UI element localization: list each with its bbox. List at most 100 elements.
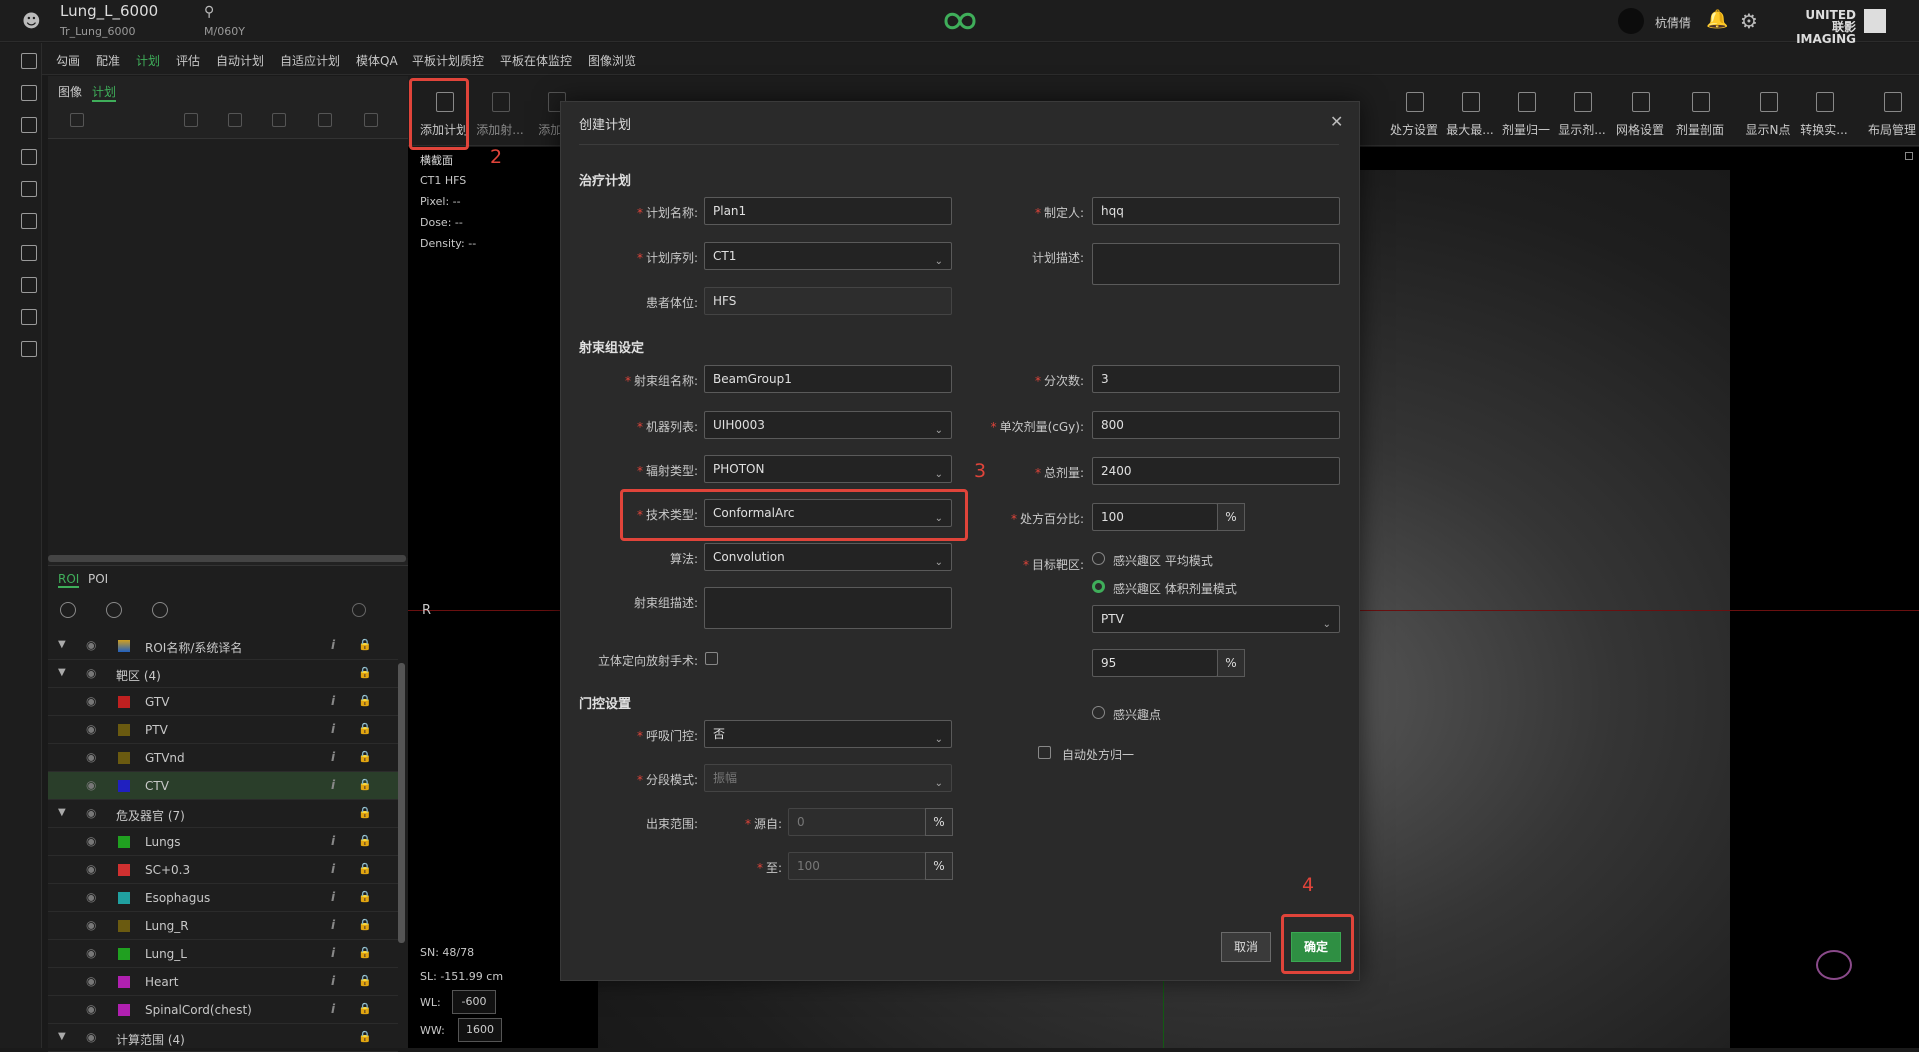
roi-row[interactable]: ◉ Lung_L i 🔒 xyxy=(48,940,398,968)
tab-plan[interactable]: 计划 xyxy=(92,83,117,102)
target-volume-input[interactable]: 95 xyxy=(1092,649,1218,677)
target-mean-radio[interactable] xyxy=(1092,552,1105,565)
lock-icon[interactable]: 🔒 xyxy=(358,806,372,819)
lock-icon[interactable]: 🔒 xyxy=(358,722,372,735)
cancel-button[interactable]: 取消 xyxy=(1221,932,1271,962)
eye-icon[interactable]: ◉ xyxy=(86,722,96,736)
beam-group-name-input[interactable]: BeamGroup1 xyxy=(704,365,952,393)
menu-registration[interactable]: 配准 xyxy=(96,52,120,69)
orientation-cube-icon[interactable] xyxy=(1816,950,1852,980)
gear-icon[interactable]: ⚙ xyxy=(1740,9,1758,33)
tooth-icon[interactable] xyxy=(21,213,37,229)
eye-icon[interactable]: ◉ xyxy=(86,638,96,652)
color-swatch[interactable] xyxy=(118,1004,130,1016)
report-icon[interactable] xyxy=(21,277,37,293)
color-swatch[interactable] xyxy=(118,976,130,988)
eye-icon[interactable]: ◉ xyxy=(86,890,96,904)
menu-evaluate[interactable]: 评估 xyxy=(176,52,200,69)
edit-icon[interactable] xyxy=(184,113,198,127)
dose-normalize-button[interactable]: 剂量归一 xyxy=(1496,76,1556,146)
eye-icon[interactable]: ◉ xyxy=(86,862,96,876)
roi-row[interactable]: ◉ SC+0.3 i 🔒 xyxy=(48,856,398,884)
roi-row[interactable]: ◉ CTV i 🔒 xyxy=(48,772,398,800)
vertical-scrollbar[interactable] xyxy=(398,663,405,943)
shield-icon[interactable] xyxy=(21,309,37,325)
info-icon[interactable]: i xyxy=(331,918,335,932)
beam-group-desc-textarea[interactable] xyxy=(704,587,952,629)
home-icon[interactable] xyxy=(21,53,37,69)
eye-icon[interactable]: ◉ xyxy=(86,750,96,764)
roi-row[interactable]: ◉ Esophagus i 🔒 xyxy=(48,884,398,912)
lock-icon[interactable]: 🔒 xyxy=(358,666,372,679)
lock-icon[interactable]: 🔒 xyxy=(358,638,372,651)
duplicate-icon[interactable] xyxy=(318,113,332,127)
show-dose-button[interactable]: 显示剂... xyxy=(1552,76,1612,146)
lock-icon[interactable]: 🔒 xyxy=(358,694,372,707)
roi-row[interactable]: ◉ PTV i 🔒 xyxy=(48,716,398,744)
prescription-button[interactable]: 处方设置 xyxy=(1384,76,1444,146)
user-icon[interactable]: ☻ xyxy=(22,11,42,32)
maximize-icon[interactable] xyxy=(1905,152,1913,160)
fractions-input[interactable]: 3 xyxy=(1092,365,1340,393)
lock-icon[interactable]: 🔒 xyxy=(358,890,372,903)
chart-icon[interactable] xyxy=(21,245,37,261)
lock-icon[interactable]: 🔒 xyxy=(358,974,372,987)
roi-group-row[interactable]: ▼ ◉ 危及器官 (7) 🔒 xyxy=(48,800,398,828)
chevron-down-icon[interactable]: ▼ xyxy=(58,807,66,818)
info-icon[interactable]: i xyxy=(331,1002,335,1016)
refresh-icon[interactable] xyxy=(352,603,366,617)
eye-icon[interactable]: ◉ xyxy=(86,694,96,708)
lock-icon[interactable]: 🔒 xyxy=(358,1030,372,1043)
color-swatch[interactable] xyxy=(118,892,130,904)
chevron-down-icon[interactable]: ▼ xyxy=(58,639,66,650)
color-swatch[interactable] xyxy=(118,780,130,792)
calendar-icon[interactable] xyxy=(21,181,37,197)
eye-icon[interactable]: ◉ xyxy=(86,1030,96,1044)
tab-roi[interactable]: ROI xyxy=(58,572,80,588)
color-swatch[interactable] xyxy=(118,696,130,708)
color-swatch[interactable] xyxy=(118,724,130,736)
menu-plan[interactable]: 计划 xyxy=(136,52,160,69)
color-swatch[interactable] xyxy=(118,920,130,932)
layout-button[interactable]: 布局管理 xyxy=(1862,76,1919,146)
info-icon[interactable]: i xyxy=(331,946,335,960)
info-icon[interactable]: i xyxy=(331,722,335,736)
bell-icon[interactable]: 🔔 xyxy=(1706,9,1728,30)
roi-row[interactable]: ◉ Heart i 🔒 xyxy=(48,968,398,996)
info-icon[interactable]: i xyxy=(331,834,335,848)
plan-series-select[interactable]: CT1 ⌄ xyxy=(704,242,952,270)
menu-contour[interactable]: 勾画 xyxy=(56,52,80,69)
rx-percent-input[interactable]: 100 xyxy=(1092,503,1218,531)
menu-auto-plan[interactable]: 自动计划 xyxy=(216,52,264,69)
menu-epid-plan-qc[interactable]: 平板计划质控 xyxy=(412,52,484,69)
auto-normalize-checkbox[interactable] xyxy=(1038,746,1051,759)
show-n-point-button[interactable]: 显示N点 xyxy=(1738,76,1798,146)
lock-icon[interactable]: 🔒 xyxy=(358,946,372,959)
copy-plan-icon[interactable] xyxy=(272,113,286,127)
avatar[interactable] xyxy=(1618,8,1644,34)
close-icon[interactable]: ✕ xyxy=(1330,112,1343,131)
tab-image[interactable]: 图像 xyxy=(58,83,82,100)
lock-icon[interactable]: 🔒 xyxy=(358,778,372,791)
lock-icon[interactable]: 🔒 xyxy=(358,918,372,931)
menu-phantom-qa[interactable]: 模体QA xyxy=(356,52,398,69)
algorithm-select[interactable]: Convolution ⌄ xyxy=(704,543,952,571)
lock-icon[interactable]: 🔒 xyxy=(358,750,372,763)
total-dose-input[interactable]: 2400 xyxy=(1092,457,1340,485)
creator-input[interactable]: hqq xyxy=(1092,197,1340,225)
menu-epid-invivo[interactable]: 平板在体监控 xyxy=(500,52,572,69)
lock-icon[interactable]: 🔒 xyxy=(358,1002,372,1015)
eye-icon[interactable]: ◉ xyxy=(86,1002,96,1016)
wl-input[interactable]: -600 xyxy=(452,990,496,1014)
export-icon[interactable] xyxy=(21,117,37,133)
delete-icon[interactable] xyxy=(364,113,378,127)
eye-icon[interactable]: ◉ xyxy=(86,918,96,932)
roi-tool-3-icon[interactable] xyxy=(152,602,168,618)
target-point-radio[interactable] xyxy=(1092,706,1105,719)
info-icon[interactable]: i xyxy=(331,890,335,904)
grid-settings-button[interactable]: 网格设置 xyxy=(1610,76,1670,146)
dose-profile-button[interactable]: 剂量剖面 xyxy=(1670,76,1730,146)
color-swatch[interactable] xyxy=(118,836,130,848)
roi-tool-2-icon[interactable] xyxy=(106,602,122,618)
tab-poi[interactable]: POI xyxy=(88,572,108,586)
